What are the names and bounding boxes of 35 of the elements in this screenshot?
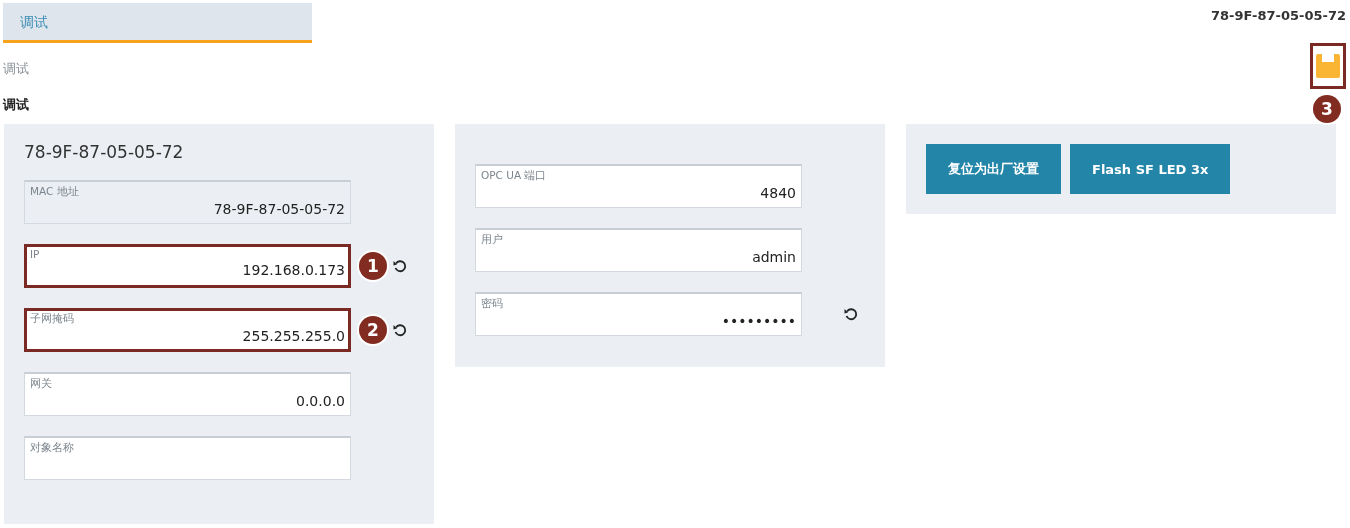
- field-label: 密码: [481, 297, 504, 311]
- text-field[interactable]: 用户 admin: [475, 228, 802, 272]
- field-label: MAC 地址: [30, 185, 80, 199]
- save-button[interactable]: [1310, 43, 1346, 89]
- field-label: 用户: [481, 233, 504, 247]
- field-label: 子网掩码: [30, 312, 75, 326]
- field-label: OPC UA 端口: [481, 169, 548, 183]
- field-label: 网关: [30, 377, 53, 391]
- text-field[interactable]: 密码 •••••••••: [475, 292, 802, 336]
- action-button[interactable]: 复位为出厂设置: [926, 144, 1061, 194]
- field-value: 0.0.0.0: [296, 393, 345, 409]
- text-field[interactable]: IP 192.168.0.173: [24, 244, 351, 288]
- callout-badge: 1: [359, 252, 387, 280]
- device-id: 78-9F-87-05-05-72: [1211, 8, 1346, 23]
- text-field[interactable]: 网关 0.0.0.0: [24, 372, 351, 416]
- action-button[interactable]: Flash SF LED 3x: [1070, 144, 1231, 194]
- text-field[interactable]: OPC UA 端口 4840: [475, 164, 802, 208]
- field-value: 4840: [760, 185, 796, 201]
- field-value: 192.168.0.173: [242, 262, 345, 278]
- text-field[interactable]: MAC 地址 78-9F-87-05-05-72: [24, 180, 351, 224]
- callout-badge: 3: [1313, 95, 1341, 123]
- field-value: 78-9F-87-05-05-72: [213, 201, 345, 217]
- text-field[interactable]: 子网掩码 255.255.255.0: [24, 308, 351, 352]
- panel-title: 78-9F-87-05-05-72: [24, 142, 185, 162]
- reset-icon[interactable]: [844, 307, 858, 321]
- reset-icon[interactable]: [393, 323, 407, 337]
- field-label: 对象名称: [30, 441, 75, 455]
- field-value: •••••••••: [721, 313, 796, 329]
- reset-icon[interactable]: [393, 259, 407, 273]
- field-value: admin: [752, 249, 796, 265]
- callout-badge: 2: [359, 316, 387, 344]
- text-field[interactable]: 对象名称: [24, 436, 351, 480]
- field-value: 255.255.255.0: [242, 328, 345, 344]
- field-label: IP: [30, 248, 41, 260]
- page-heading: 调试: [3, 96, 30, 114]
